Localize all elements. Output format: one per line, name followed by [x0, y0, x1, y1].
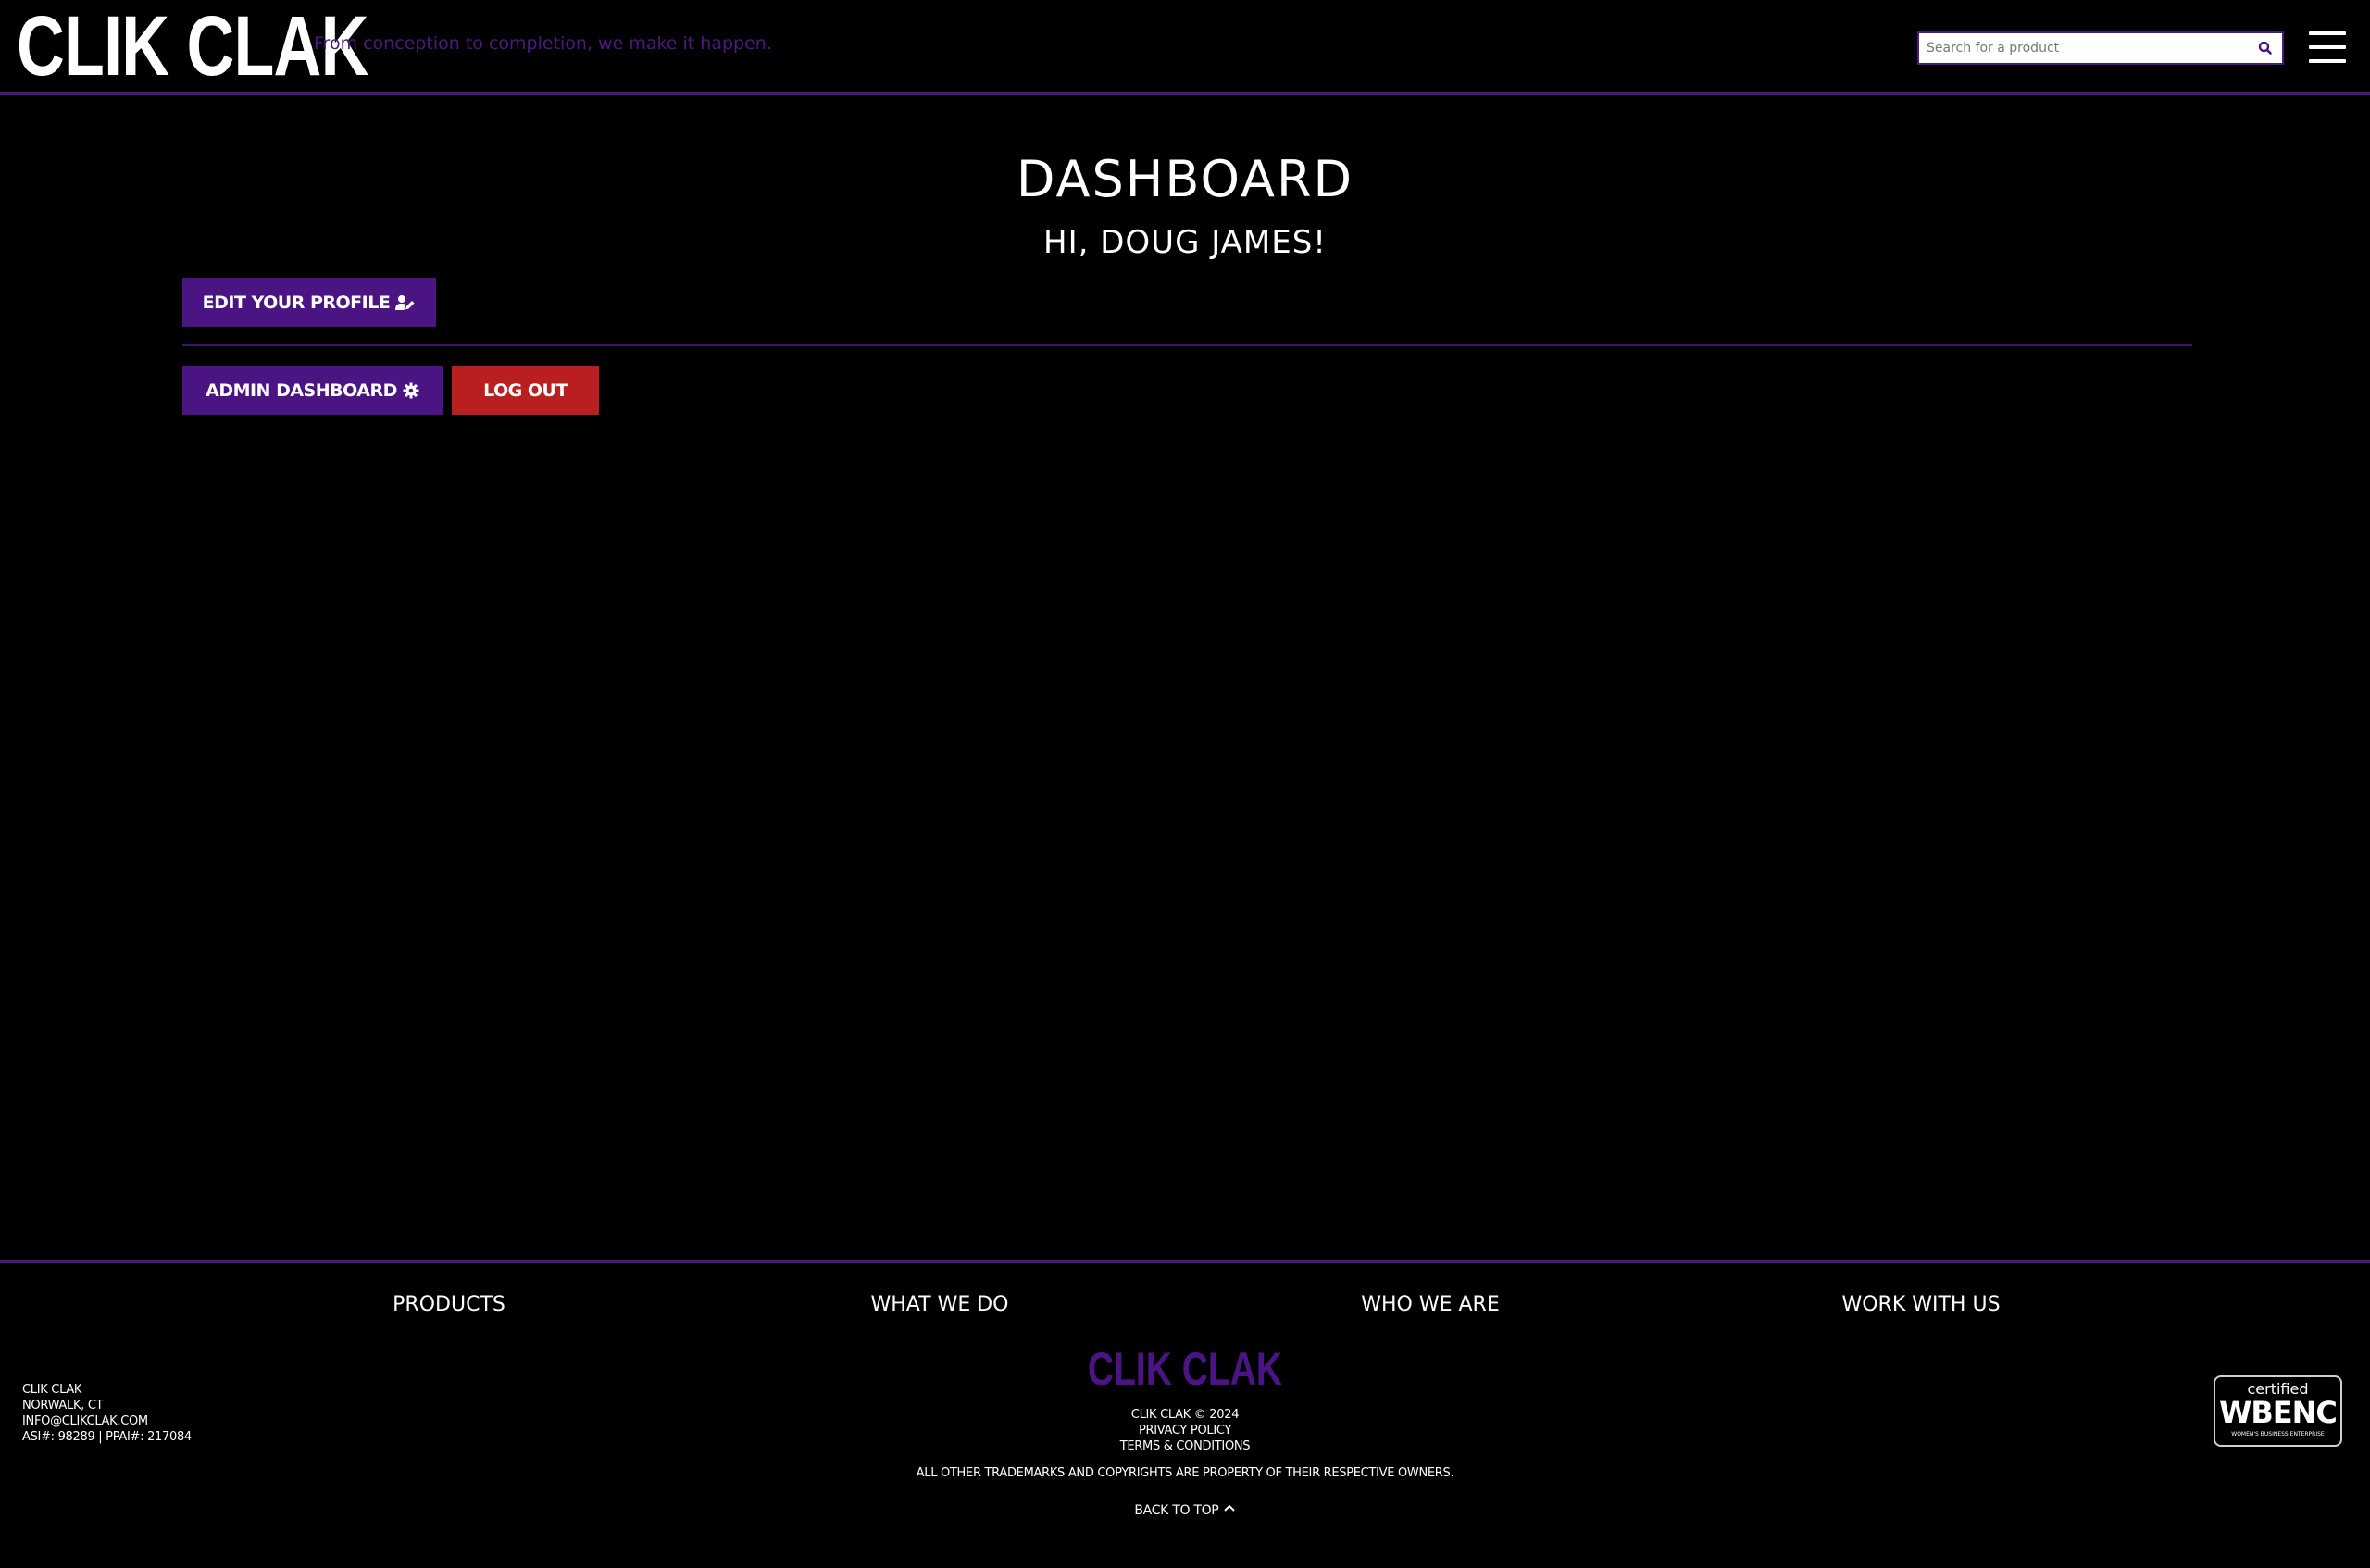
wbenc-badge: certified WBENC WOMEN'S BUSINESS ENTERPR…	[2214, 1375, 2342, 1447]
wbenc-name: WBENC	[2219, 1395, 2338, 1430]
footer-privacy-row: PRIVACY POLICY	[0, 1423, 2370, 1438]
menu-icon-bar	[2309, 45, 2346, 49]
admin-dashboard-button[interactable]: ADMIN DASHBOARD	[182, 366, 443, 415]
search-icon	[2258, 41, 2272, 55]
gear-icon	[403, 382, 419, 398]
terms-link[interactable]: TERMS & CONDITIONS	[1120, 1439, 1251, 1453]
user-edit-icon	[395, 294, 415, 310]
privacy-policy-link[interactable]: PRIVACY POLICY	[1139, 1424, 1231, 1437]
log-out-button[interactable]: LOG OUT	[452, 366, 599, 415]
search-box	[1917, 31, 2284, 65]
copyright-text: CLIK CLAK © 2024	[1130, 1408, 1240, 1422]
footer-logo[interactable]: CLIK CLAK	[1088, 1344, 1282, 1394]
back-to-top-label: BACK TO TOP	[1134, 1503, 1219, 1518]
trademarks-text: ALL OTHER TRADEMARKS AND COPYRIGHTS ARE …	[916, 1466, 1454, 1480]
menu-icon	[2309, 31, 2346, 35]
footer-copyright: CLIK CLAK © 2024	[0, 1407, 2370, 1423]
back-to-top-row: BACK TO TOP	[0, 1503, 2370, 1519]
footer-nav-work-with-us[interactable]: WORK WITH US	[1841, 1293, 2000, 1316]
footer-nav-products[interactable]: PRODUCTS	[393, 1293, 505, 1316]
menu-icon-bar	[2309, 59, 2346, 63]
wbenc-sub: WOMEN'S BUSINESS ENTERPRISE	[2231, 1431, 2325, 1437]
user-greeting: HI, DOUG JAMES!	[1043, 224, 1327, 261]
edit-profile-button[interactable]: EDIT YOUR PROFILE	[182, 278, 436, 327]
search-input[interactable]	[1919, 33, 2251, 63]
admin-dashboard-label: ADMIN DASHBOARD	[206, 380, 397, 401]
section-divider	[182, 344, 2192, 346]
log-out-label: LOG OUT	[483, 380, 568, 401]
search-button[interactable]	[2256, 39, 2275, 57]
footer-terms-row: TERMS & CONDITIONS	[0, 1438, 2370, 1454]
site-header: CLIK CLAK From conception to completion,…	[0, 0, 2370, 95]
back-to-top-link[interactable]: BACK TO TOP	[1134, 1503, 1235, 1518]
footer-divider	[0, 1260, 2370, 1263]
edit-profile-label: EDIT YOUR PROFILE	[202, 292, 391, 313]
chevron-up-icon	[1223, 1504, 1235, 1512]
footer-nav-what-we-do[interactable]: WHAT WE DO	[871, 1293, 1009, 1316]
tagline: From conception to completion, we make i…	[314, 33, 772, 54]
menu-button[interactable]	[2309, 31, 2346, 63]
page-title: DASHBOARD	[1016, 150, 1354, 208]
footer-trademarks: ALL OTHER TRADEMARKS AND COPYRIGHTS ARE …	[0, 1465, 2370, 1481]
footer-nav-who-we-are[interactable]: WHO WE ARE	[1361, 1293, 1500, 1316]
footer-company: CLIK CLAK	[22, 1383, 82, 1397]
